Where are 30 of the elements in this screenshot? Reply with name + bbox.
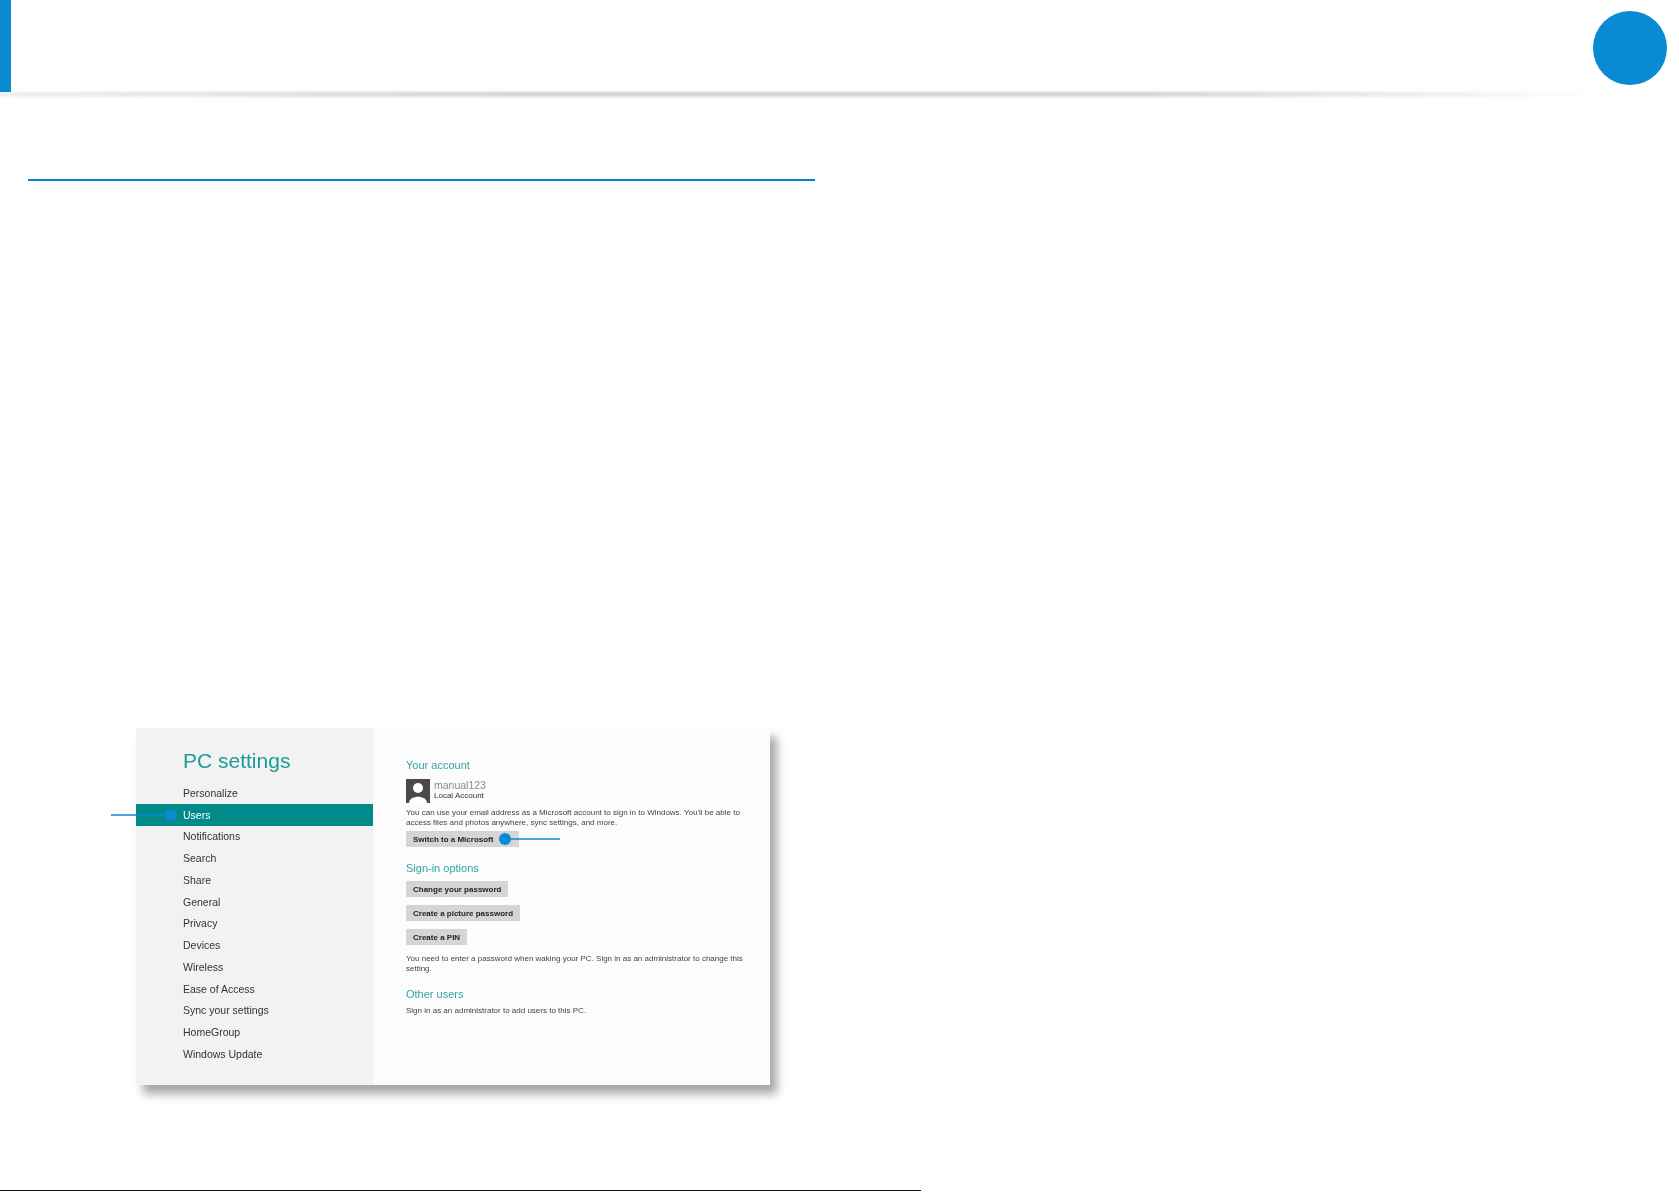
callout-pointer-icon xyxy=(111,809,177,821)
sidebar-item[interactable]: General xyxy=(136,890,373,913)
sidebar-item[interactable]: HomeGroup xyxy=(136,1021,373,1043)
switch-account-button[interactable]: Switch to a Microsoft xyxy=(406,831,520,847)
chapter-circle-icon xyxy=(1593,11,1667,85)
account-type: Local Account xyxy=(434,791,484,801)
sign-in-option-button[interactable]: Create a PIN xyxy=(406,929,468,945)
sidebar-item[interactable]: Ease of Access xyxy=(136,977,373,1000)
sidebar-item[interactable]: Share xyxy=(136,869,373,891)
sign-in-option-button[interactable]: Create a picture password xyxy=(406,905,521,921)
sidebar-item[interactable]: Wireless xyxy=(136,956,373,978)
sidebar-item[interactable]: Notifications xyxy=(136,825,373,848)
sidebar-item[interactable]: Users xyxy=(136,803,373,826)
sidebar-item[interactable]: Sync your settings xyxy=(136,999,373,1022)
section-heading: Your account xyxy=(406,758,470,772)
window-title: PC settings xyxy=(182,749,292,773)
section-heading: Other users xyxy=(406,987,464,1001)
sidebar-item[interactable]: Personalize xyxy=(136,782,373,804)
other-users-note: Sign in as an administrator to add users to this PC. xyxy=(406,1006,587,1016)
sidebar-item[interactable]: Privacy xyxy=(136,912,373,935)
avatar-silhouette-icon xyxy=(406,779,430,803)
sign-in-option-button[interactable]: Change your password xyxy=(406,881,509,897)
account-description: You can use your email address as a Microsoft account to sign in to Windows. You'll be able to access files and photos anywhere, sync settings, and more. xyxy=(406,808,741,828)
sign-in-note: You need to enter a password when waking your PC. Sign in as an administrator to change this setting. xyxy=(406,954,744,974)
user-name: manual123 xyxy=(434,779,486,791)
section-heading: Sign-in options xyxy=(406,861,479,875)
sidebar-item[interactable]: Search xyxy=(136,847,373,869)
sidebar-item[interactable]: Windows Update xyxy=(136,1043,373,1065)
sidebar-item[interactable]: Devices xyxy=(136,934,373,956)
callout-pointer-icon xyxy=(499,833,561,845)
